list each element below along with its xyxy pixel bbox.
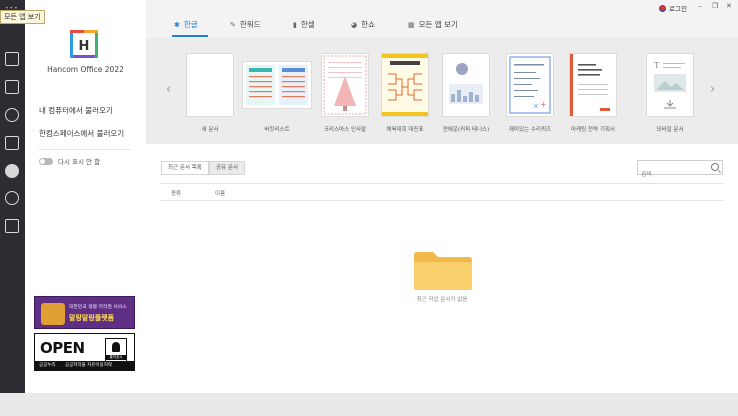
maximize-icon[interactable]: ❐ — [712, 2, 718, 10]
marketing-plan-thumbnail — [570, 54, 610, 116]
svg-text:+: + — [540, 100, 547, 109]
template-label: 마케팅 전략 기획서 — [571, 127, 615, 133]
love-fortune-thumbnail — [449, 63, 483, 104]
top-bar: ✱ 한글 ✎ 한워드 ▮ 한셀 ◕ 한쇼 ▦ 모든 앱 보기 로그인 – ❐ ✕ — [146, 0, 738, 38]
hangul-icon: ✱ — [174, 20, 180, 29]
tab-recent-documents[interactable]: 최근 문서 목록 — [161, 161, 209, 175]
license-footer-left: 공공누리 — [39, 363, 56, 368]
tab-hanword[interactable]: ✎ 한워드 — [230, 19, 261, 30]
start-panel: H Hancom Office 2022 내 컴퓨터에서 불러오기 한컴스페이스… — [25, 0, 146, 393]
divider — [39, 149, 131, 150]
column-name[interactable]: 이름 — [215, 189, 225, 197]
open-license-banner[interactable]: OPEN 출처표시 공공누리 공공저작물 자유이용허락 — [34, 333, 135, 371]
template-mobile-document[interactable]: T — [646, 53, 694, 117]
bucket-list-thumbnail — [246, 65, 308, 105]
template-marketing-plan[interactable] — [569, 53, 617, 117]
template-label: 연애운(커피 테니스) — [442, 127, 490, 133]
template-label: 모바일 문서 — [656, 127, 684, 133]
pie-icon: ◕ — [351, 20, 358, 29]
close-icon[interactable]: ✕ — [726, 2, 732, 10]
chevron-right-icon[interactable]: › — [710, 82, 715, 97]
chat-icon[interactable] — [5, 164, 19, 178]
chevron-left-icon[interactable]: ‹ — [166, 82, 171, 97]
tab-hangul[interactable]: ✱ 한글 — [174, 19, 198, 30]
tab-label: 모든 앱 보기 — [418, 20, 458, 29]
minimize-icon[interactable]: – — [698, 2, 702, 10]
svg-text:H: H — [79, 39, 90, 54]
search-input[interactable] — [638, 168, 708, 182]
banner-title: 말랑말랑플랫폼 — [69, 314, 115, 322]
product-name: Hancom Office 2022 — [47, 65, 124, 74]
dont-show-again-label: 다시 표시 안 함 — [58, 158, 101, 166]
template-love-fortune[interactable] — [442, 53, 490, 117]
banner-subtitle: 대한민국 생활 저작권 서비스 — [69, 305, 127, 310]
search-icon[interactable] — [711, 163, 719, 171]
tab-label: 한쇼 — [361, 20, 375, 29]
badge-label: 출처표시 — [106, 355, 126, 360]
schedule-icon[interactable] — [5, 219, 19, 233]
template-sports-bracket[interactable] — [381, 53, 429, 117]
bottom-bar — [0, 393, 738, 416]
search-doc-icon[interactable] — [5, 108, 19, 122]
license-footer-right: 공공저작물 자유이용허락 — [65, 363, 112, 368]
active-tab-indicator — [172, 35, 208, 37]
column-header: 종류 이름 — [161, 183, 723, 201]
template-christmas-greeting[interactable] — [321, 53, 369, 117]
grid-icon: ▦ — [408, 20, 415, 29]
login-button[interactable]: 로그인 — [659, 3, 687, 13]
tab-hancell[interactable]: ▮ 한셀 — [293, 19, 315, 30]
document-area: 최근 문서 목록 공유 문서 종류 이름 최근 작업 문서가 없음 — [146, 144, 738, 393]
tab-label: 한셀 — [300, 20, 315, 29]
document-icon[interactable] — [5, 52, 19, 66]
search-box[interactable] — [637, 160, 723, 182]
open-label: OPEN — [40, 339, 85, 357]
book-icon[interactable] — [5, 80, 19, 94]
bar-chart-icon: ▮ — [293, 20, 297, 29]
empty-folder-icon — [414, 252, 472, 290]
tab-label: 한글 — [183, 20, 198, 29]
template-bucket-list[interactable] — [242, 61, 312, 109]
empty-state-message: 최근 작업 문서가 없음 — [416, 297, 468, 303]
pen-icon: ✎ — [230, 20, 236, 29]
hancom-logo-icon: H — [70, 30, 98, 58]
svg-text:T: T — [654, 61, 660, 70]
dont-show-again-row[interactable]: 다시 표시 안 함 — [39, 156, 100, 166]
template-label: 새 문서 — [201, 127, 219, 133]
account-icon — [659, 4, 666, 12]
tab-shared-documents[interactable]: 공유 문서 — [209, 161, 245, 175]
message-icon[interactable] — [5, 191, 19, 205]
template-label: 재미있는 수리퀴즈 — [508, 127, 552, 133]
attribution-badge-icon: 출처표시 — [105, 338, 127, 362]
column-type[interactable]: 종류 — [171, 189, 181, 197]
mobile-doc-thumbnail: T — [654, 61, 686, 109]
template-label: 버킷리스트 — [264, 127, 290, 133]
bracket-thumbnail — [382, 54, 428, 116]
template-math-quiz[interactable]: + × — [506, 53, 554, 117]
tab-label: 한워드 — [239, 20, 261, 29]
malang-platform-banner[interactable]: 대한민국 생활 저작권 서비스 말랑말랑플랫폼 — [34, 296, 135, 329]
mascot-icon — [41, 303, 65, 325]
open-from-space-link[interactable]: 한컴스페이스에서 불러오기 — [39, 128, 124, 139]
svg-text:×: × — [533, 102, 539, 110]
math-quiz-thumbnail: + × — [509, 56, 551, 114]
template-label: 체육대회 대진표 — [386, 127, 424, 133]
text-recognize-icon[interactable] — [5, 136, 19, 150]
login-label: 로그인 — [669, 5, 687, 13]
all-apps-tooltip: 모든 앱 보기 — [0, 10, 45, 24]
license-footer: 공공누리 공공저작물 자유이용허락 — [35, 361, 134, 370]
open-from-computer-link[interactable]: 내 컴퓨터에서 불러오기 — [39, 105, 113, 116]
christmas-thumbnail — [323, 55, 367, 115]
tab-hanshow[interactable]: ◕ 한쇼 — [351, 19, 375, 30]
app-rail: ••• — [0, 0, 25, 416]
template-gallery: ‹ › 새 문서 버킷리스트 크리스마스 인사말 체육대회 대진표 연애운(커피… — [146, 38, 738, 144]
toggle-switch[interactable] — [39, 157, 53, 165]
tab-all-apps[interactable]: ▦ 모든 앱 보기 — [408, 19, 458, 30]
template-new-document[interactable] — [186, 53, 234, 117]
